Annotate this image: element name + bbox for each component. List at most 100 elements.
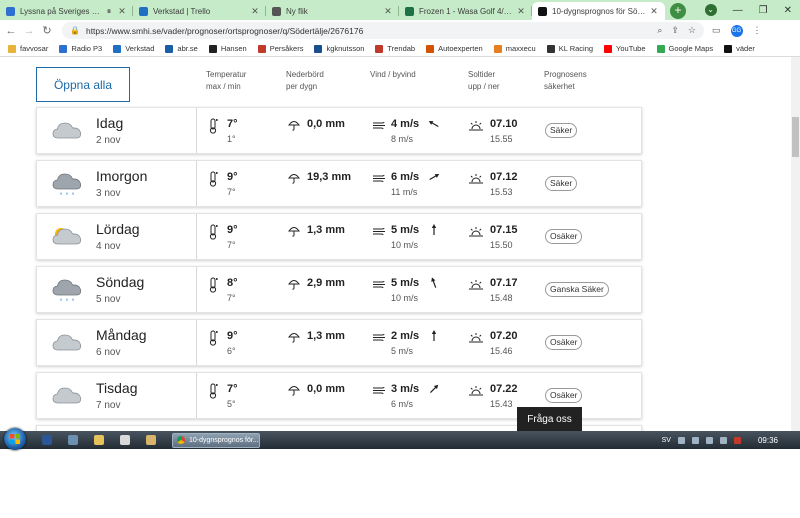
menu-icon[interactable]: ⋮ — [753, 25, 762, 36]
browser-toolbar: ← → ↻ 🔒 https://www.smhi.se/vader/progno… — [0, 20, 800, 41]
wind-direction-arrow-icon — [431, 277, 437, 288]
clock[interactable]: 09:36 — [758, 436, 778, 445]
bookmark-item[interactable]: Radio P3 — [59, 44, 102, 53]
bookmark-item[interactable]: Verkstad — [113, 44, 154, 53]
search-icon[interactable]: ⌕ — [657, 25, 662, 36]
bookmark-item[interactable]: kgknutsson — [314, 44, 364, 53]
close-tab-icon[interactable]: ✕ — [649, 6, 659, 17]
tab-favicon-icon — [139, 6, 148, 16]
back-icon[interactable]: ← — [4, 25, 18, 37]
weather-cloudy-icon — [52, 387, 82, 404]
bookmark-item[interactable]: YouTube — [604, 44, 646, 53]
bookmark-item[interactable]: maxxecu — [493, 44, 536, 53]
bookmark-item[interactable]: Trendab — [375, 44, 415, 53]
forecast-row[interactable]: Söndag 5 nov 8° 7° 2,9 mm 5 m/s 10 m/s 07.17 15.… — [36, 266, 642, 313]
taskbar-app-icon[interactable] — [146, 435, 156, 445]
maximize-icon[interactable]: ❐ — [759, 5, 768, 16]
temp-min: 7° — [227, 293, 236, 303]
tab-title: Ny flik — [286, 6, 308, 16]
row-divider — [196, 267, 197, 312]
tray-icon[interactable] — [691, 436, 699, 444]
wind-icon — [373, 333, 385, 342]
temp-max: 9° — [227, 224, 238, 236]
close-tab-icon[interactable]: ✕ — [117, 6, 127, 17]
precipitation-value: 19,3 mm — [307, 171, 352, 183]
browser-tab[interactable]: Lyssna på Sveriges Radio P⏸✕ — [0, 2, 133, 20]
bookmark-label: Trendab — [387, 44, 416, 53]
tray-icon[interactable] — [677, 436, 685, 444]
tray-icon[interactable] — [705, 436, 713, 444]
pause-icon[interactable]: ⏸ — [104, 6, 114, 17]
tab-title: 10-dygnsprognos för Södertälje — [552, 6, 646, 16]
browser-tab[interactable]: Ny flik ✕ — [266, 2, 399, 20]
wind-icon — [373, 174, 385, 183]
browser-tab[interactable]: Verkstad | Trello ✕ — [133, 2, 266, 20]
bookmark-item[interactable]: abr.se — [165, 44, 198, 53]
close-tab-icon[interactable]: ✕ — [516, 6, 526, 17]
ask-us-button[interactable]: Fråga oss — [517, 407, 582, 431]
bookmark-item[interactable]: favvosar — [8, 44, 48, 53]
bookmark-label: maxxecu — [505, 44, 536, 53]
forecast-row[interactable]: Idag 2 nov 7° 1° 0,0 mm 4 m/s 8 m/s 07.10 15.55 S… — [36, 107, 642, 154]
new-tab-button[interactable]: + — [670, 3, 686, 19]
bookmark-item[interactable]: KL Racing — [546, 44, 593, 53]
taskbar-app-icon[interactable] — [68, 435, 78, 445]
bookmark-item[interactable]: väder — [724, 44, 755, 53]
page-scrollbar[interactable] — [791, 57, 800, 431]
bookmark-item[interactable]: Hansen — [208, 44, 247, 53]
bookmark-icon — [208, 44, 217, 53]
tab-title: Lyssna på Sveriges Radio P — [20, 6, 101, 16]
lock-icon[interactable]: 🔒 — [70, 26, 80, 35]
tab-strip: Lyssna på Sveriges Radio P⏸✕Verkstad | T… — [0, 0, 800, 20]
header-precipitation-line1: Nederbörd — [286, 70, 324, 79]
bookmark-item[interactable]: Google Maps — [656, 44, 714, 53]
browser-tab[interactable]: Frozen 1 - Wasa Golf 4/11 - Tr✕ — [399, 2, 532, 20]
bookmark-label: Google Maps — [668, 44, 714, 53]
forecast-row[interactable]: Måndag 6 nov 9° 6° 1,3 mm 2 m/s 5 m/s 07.20 15.4… — [36, 319, 642, 366]
language-indicator[interactable]: SV — [662, 437, 671, 444]
extensions-icon[interactable]: ▭ — [712, 25, 721, 36]
bookmark-star-icon[interactable]: ☆ — [688, 25, 696, 36]
tab-favicon-icon — [538, 6, 547, 16]
forecast-row[interactable]: Lördag 4 nov 9° 7° 1,3 mm 5 m/s 10 m/s 07.15 15.… — [36, 213, 642, 260]
close-tab-icon[interactable]: ✕ — [250, 6, 260, 17]
folder-icon[interactable] — [94, 435, 104, 445]
scrollbar-thumb[interactable] — [792, 117, 799, 157]
sunrise-time: 07.12 — [490, 171, 518, 183]
taskbar-app-icon[interactable] — [120, 435, 130, 445]
reload-icon[interactable]: ↻ — [40, 24, 54, 37]
taskbar-app-icon[interactable] — [42, 435, 52, 445]
minimize-icon[interactable]: — — [733, 5, 743, 16]
thermometer-icon — [209, 330, 218, 346]
sunrise-time: 07.20 — [490, 330, 518, 342]
start-button[interactable] — [4, 427, 26, 450]
bookmark-icon — [165, 44, 174, 53]
sunrise-time: 07.17 — [490, 277, 518, 289]
bookmark-item[interactable]: Autoexperten — [426, 44, 483, 53]
taskbar-chrome-window[interactable]: 10-dygnsprognos för... — [172, 432, 260, 448]
volume-icon[interactable] — [733, 436, 741, 444]
umbrella-icon — [288, 280, 300, 290]
address-bar[interactable]: 🔒 https://www.smhi.se/vader/prognoser/or… — [62, 22, 704, 39]
bookmark-item[interactable]: Persåkers — [257, 44, 303, 53]
temp-max: 8° — [227, 277, 238, 289]
browser-tab[interactable]: 10-dygnsprognos för Södertälje✕ — [532, 2, 665, 20]
close-window-icon[interactable]: ✕ — [784, 5, 792, 16]
weather-rain-icon — [52, 173, 82, 195]
forward-icon[interactable]: → — [22, 25, 36, 37]
forecast-row[interactable]: Imorgon 3 nov 9° 7° 19,3 mm 6 m/s 11 m/s 07.12 1… — [36, 160, 642, 207]
address-url[interactable]: https://www.smhi.se/vader/prognoser/orts… — [86, 26, 648, 36]
share-icon[interactable]: ⇪ — [671, 25, 679, 36]
profile-avatar[interactable]: GG — [730, 24, 743, 37]
tab-search-icon[interactable]: ⌄ — [704, 4, 717, 16]
close-tab-icon[interactable]: ✕ — [383, 6, 393, 17]
sunset-time: 15.43 — [490, 399, 513, 409]
sunrise-icon — [469, 174, 483, 184]
open-all-button[interactable]: Öppna alla — [36, 67, 130, 102]
forecast-day: Lördag — [96, 221, 140, 237]
certainty-badge: Ganska Säker — [545, 282, 609, 297]
wind-direction-arrow-icon — [430, 384, 439, 393]
forecast-date: 4 nov — [96, 241, 121, 252]
network-icon[interactable] — [719, 436, 727, 444]
bookmark-icon — [724, 44, 733, 53]
